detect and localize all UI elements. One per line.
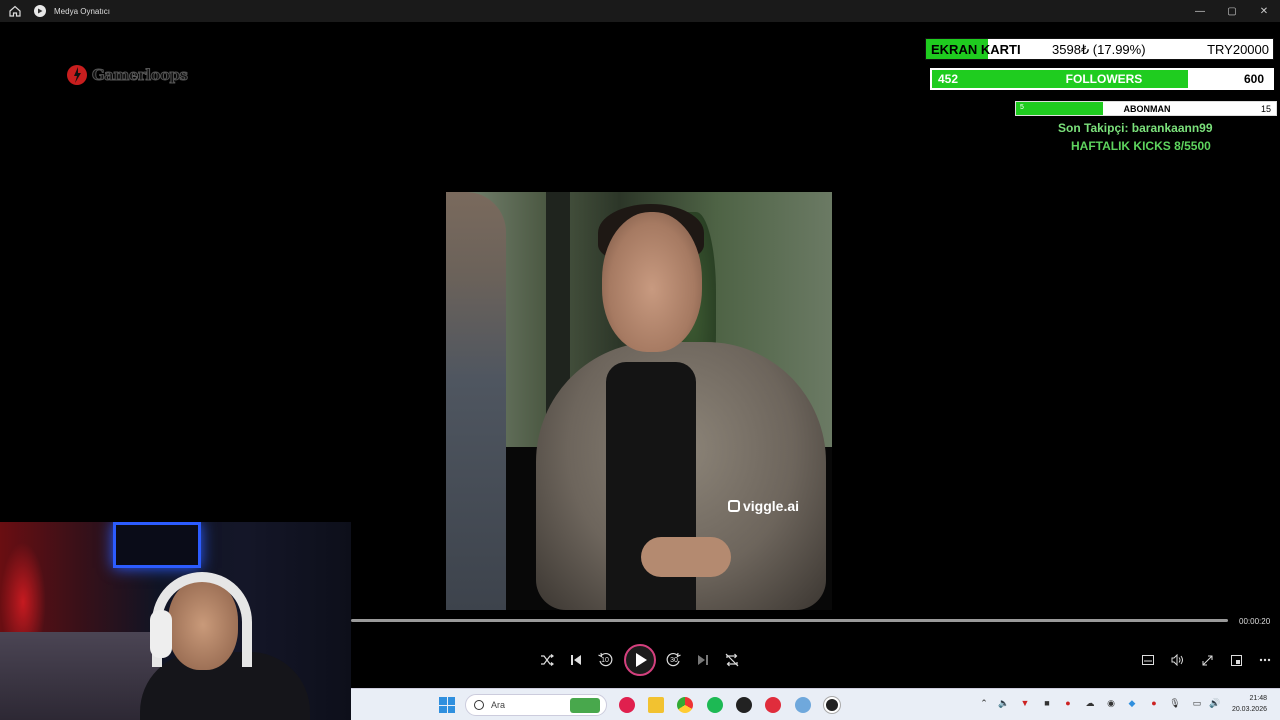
clock-time: 21:48 [1249, 695, 1267, 702]
network-app-icon[interactable] [795, 697, 811, 713]
video-person-head [602, 212, 702, 352]
repeat-off-button[interactable] [721, 649, 743, 671]
media-player-screen: Medya Oynatıcı — ▢ ✕ Gamerloops EKRAN KA… [0, 0, 1280, 720]
volume-button[interactable] [1166, 649, 1188, 671]
monitor-icon[interactable]: ▭ [1191, 698, 1203, 710]
weekly-kicks-text: HAFTALIK KICKS 8/5500 [1071, 139, 1211, 153]
windows-taskbar: Ara ⌃ 🔈 ▼ ■ ● ☁ ◉ ◆ ● 🎙 ▭ 🔊 21:48 20.03.… [351, 688, 1280, 720]
tray-record-icon[interactable]: ● [1062, 698, 1074, 710]
search-placeholder: Ara [491, 700, 506, 710]
skip-back-button[interactable]: 10 [594, 649, 616, 671]
search-icon [474, 700, 484, 710]
tray-sync-icon[interactable]: ◆ [1126, 698, 1138, 710]
followers-label: FOLLOWERS [1065, 72, 1143, 86]
webcam-overlay [0, 522, 351, 720]
logo-icon [67, 65, 87, 85]
volume-icon [1171, 654, 1183, 666]
play-icon [636, 653, 647, 667]
video-left-person [446, 192, 506, 610]
media-player-taskbar-icon[interactable] [824, 697, 840, 713]
previous-icon [571, 655, 581, 665]
viggle-watermark-text: viggle.ai [743, 498, 800, 514]
video-person-hand [641, 537, 731, 577]
skip-forward-button[interactable]: 30 [663, 649, 685, 671]
viggle-logo-icon [728, 500, 740, 512]
mini-player-button[interactable] [1225, 649, 1247, 671]
home-icon[interactable] [0, 0, 30, 22]
gpu-goal-label: EKRAN KARTI [931, 42, 1021, 57]
minimize-button[interactable]: — [1184, 0, 1216, 22]
skip-forward-seconds: 30 [670, 657, 678, 664]
logo-wordmark: Gamerloops [92, 66, 189, 85]
search-highlight-image [570, 698, 600, 713]
subscriber-label: ABONMAN [1123, 104, 1171, 114]
more-icon [1259, 658, 1271, 662]
tray-overflow-icon[interactable]: ⌃ [978, 698, 990, 710]
fullscreen-icon [1202, 655, 1212, 665]
subscriber-target: 15 [1260, 104, 1271, 114]
previous-button[interactable] [565, 649, 587, 671]
viggle-watermark: viggle.ai [728, 498, 799, 514]
channel-logo: Gamerloops [66, 62, 206, 88]
gpu-donation-goal: EKRAN KARTI 3598₺ (17.99%) TRY20000 [925, 38, 1274, 60]
next-button[interactable] [692, 649, 714, 671]
next-icon [698, 655, 708, 665]
window-title: Medya Oynatıcı [54, 6, 111, 16]
tray-shield-icon[interactable]: ▼ [1019, 698, 1031, 710]
media-player-app-icon [34, 5, 46, 17]
gpu-goal-value: 3598₺ (17.99%) [1052, 42, 1146, 57]
taskbar-clock[interactable]: 21:48 20.03.2026 [1227, 693, 1267, 715]
subscriber-goal: 5 ABONMAN 15 [1015, 101, 1277, 116]
file-explorer-icon[interactable] [648, 697, 664, 713]
tray-alert-icon[interactable]: ● [1148, 698, 1160, 710]
adobe-icon[interactable] [765, 697, 781, 713]
last-follower-text: Son Takipçi: barankaann99 [1058, 121, 1213, 135]
repeat-off-icon [725, 653, 739, 667]
subtitles-icon [1142, 655, 1154, 665]
chrome-icon[interactable] [677, 697, 693, 713]
windows-start-icon[interactable] [439, 697, 455, 713]
subtitles-button[interactable] [1137, 649, 1159, 671]
mini-player-icon [1230, 654, 1242, 666]
speaker-icon[interactable]: 🔊 [1209, 698, 1221, 710]
clock-date: 20.03.2026 [1231, 706, 1267, 713]
obs-icon[interactable] [736, 697, 752, 713]
title-bar: Medya Oynatıcı — ▢ ✕ [0, 0, 1280, 22]
spotify-icon[interactable] [707, 697, 723, 713]
microphone-icon[interactable]: 🎙 [1169, 698, 1181, 710]
followers-target: 600 [1243, 72, 1264, 86]
video-frame[interactable]: viggle.ai [446, 192, 832, 610]
tray-audio-icon[interactable]: 🔈 [998, 698, 1010, 710]
close-button[interactable]: ✕ [1248, 0, 1280, 22]
elapsed-time: 00:00:20 [1239, 617, 1271, 626]
media-app-icon[interactable] [619, 697, 635, 713]
skip-back-seconds: 10 [601, 657, 609, 664]
tray-steam-icon[interactable]: ◉ [1105, 698, 1117, 710]
tray-cloud-icon[interactable]: ☁ [1084, 698, 1096, 710]
shuffle-icon [541, 654, 554, 666]
fullscreen-button[interactable] [1196, 649, 1218, 671]
more-options-button[interactable] [1254, 649, 1276, 671]
shuffle-button[interactable] [536, 649, 558, 671]
followers-goal: 452 FOLLOWERS 600 [930, 68, 1274, 90]
gpu-goal-target: TRY20000 [1207, 42, 1269, 57]
taskbar-search[interactable]: Ara [465, 694, 607, 716]
webcam-neon-frame [113, 522, 201, 568]
headphone-earcup [150, 610, 172, 658]
seek-bar[interactable] [351, 619, 1228, 622]
webcam-bed [0, 632, 160, 720]
play-button[interactable] [624, 644, 656, 676]
maximize-button[interactable]: ▢ [1216, 0, 1248, 22]
window-controls: — ▢ ✕ [1184, 0, 1280, 22]
tray-app-icon[interactable]: ■ [1041, 698, 1053, 710]
